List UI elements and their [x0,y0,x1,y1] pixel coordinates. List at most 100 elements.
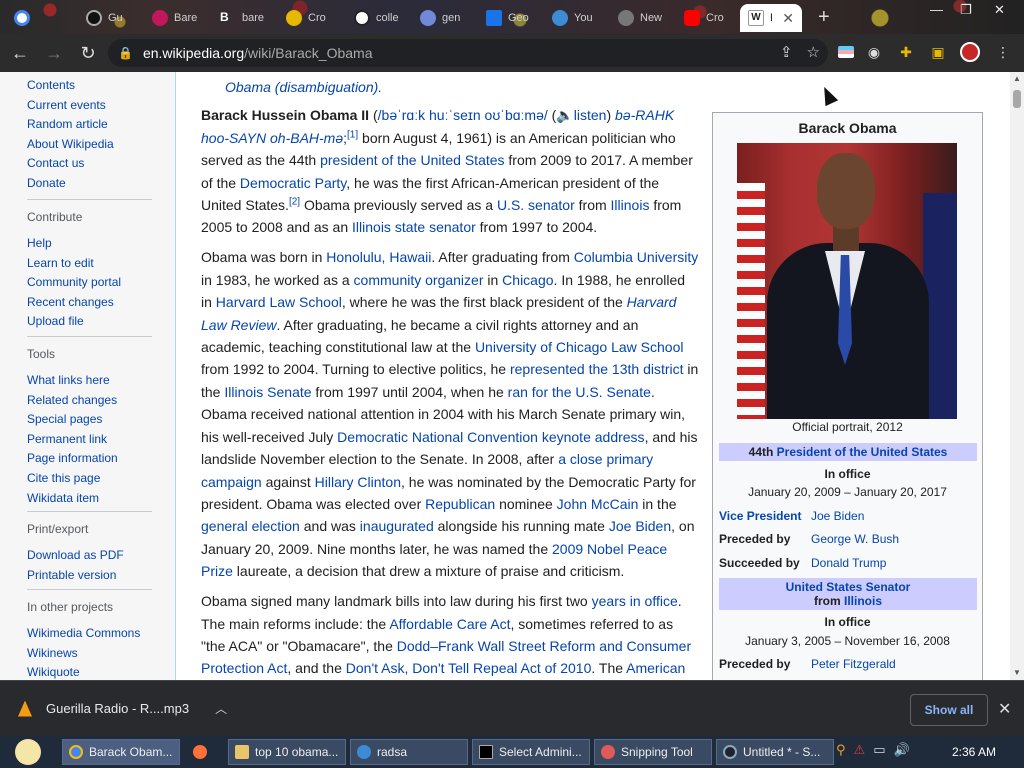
listen-link[interactable]: listen [574,107,607,123]
forward-button[interactable]: → [40,39,68,67]
reload-button[interactable]: ↻ [74,39,102,67]
link-inaugurated[interactable]: inaugurated [360,518,434,534]
link-community-organizer[interactable]: community organizer [354,272,484,288]
hatnote-link[interactable]: Obama (disambiguation). [225,76,699,98]
profile-avatar[interactable] [959,41,981,63]
sidepanel-icon[interactable]: ▣ [927,41,949,63]
start-button[interactable] [8,736,48,768]
task-firefox[interactable] [186,739,222,765]
close-window-button[interactable]: ✕ [994,2,1005,18]
succeeded-value-link[interactable]: Donald Trump [811,556,886,570]
task-cmd[interactable]: Select Admini... [472,739,590,765]
network-warning-icon[interactable]: ⚠ [854,742,866,758]
scrollbar-thumb[interactable] [1013,90,1021,108]
tab-google[interactable] [6,4,38,32]
link-hillary-clinton[interactable]: Hillary Clinton [315,474,401,490]
tab-item[interactable]: New [610,4,670,32]
sidebar-link-what-links-here[interactable]: What links here [27,371,152,391]
speaker-icon[interactable]: 🔈 [556,107,573,123]
task-snipping-tool[interactable]: Snipping Tool [594,739,712,765]
volume-icon[interactable]: 🔊 [893,742,909,758]
sidebar-link-page-information[interactable]: Page information [27,449,152,469]
link-us-senator[interactable]: U.S. senator [497,197,575,213]
link-illinois[interactable]: Illinois [611,197,650,213]
scroll-up-arrow-icon[interactable]: ▲ [1013,74,1021,83]
taskbar-clock[interactable]: 2:36 AM [952,745,996,759]
link-illinois-senate[interactable]: Illinois Senate [224,384,311,400]
link-uchicago-law[interactable]: University of Chicago Law School [475,339,684,355]
tab-item[interactable]: Gu [78,4,131,32]
tab-item[interactable]: gen [412,4,468,32]
tab-item[interactable]: Geo [478,4,537,32]
sidebar-link-commons[interactable]: Wikimedia Commons [27,624,152,644]
link-joe-biden[interactable]: Joe Biden [609,518,671,534]
sidebar-link-cite[interactable]: Cite this page [27,469,152,489]
sidebar-link-contents[interactable]: Contents [27,76,114,96]
tab-item[interactable]: You [544,4,601,32]
link-honolulu[interactable]: Honolulu, Hawaii [326,249,431,265]
link-dnc-keynote[interactable]: Democratic National Convention keynote a… [337,429,644,445]
ipa-link[interactable]: /bəˈrɑːk huːˈseɪn oʊˈbɑːmə/ [378,107,548,123]
reference-link[interactable]: [1] [347,129,358,140]
link-john-mccain[interactable]: John McCain [557,496,639,512]
preceded-value-link[interactable]: George W. Bush [811,532,899,546]
extension-icon[interactable] [835,41,857,63]
vp-label[interactable]: Vice President [719,509,811,523]
link-senate-run[interactable]: ran for the U.S. Senate [508,384,651,400]
puzzle-extensions-icon[interactable]: ✚ [895,41,917,63]
link-13th-district[interactable]: represented the 13th district [510,361,684,377]
tab-item[interactable]: colle [346,4,407,32]
tab-active[interactable]: WB ✕ [740,4,802,32]
link-democratic-party[interactable]: Democratic Party [240,175,346,191]
search-icon[interactable]: ⚲ [836,742,846,758]
sidebar-link-help[interactable]: Help [27,234,152,254]
link-us-senator-office[interactable]: United States Senator [786,580,911,594]
sidebar-link-community-portal[interactable]: Community portal [27,273,152,293]
download-item[interactable]: Guerilla Radio - R....mp3 ︿ [18,700,227,717]
sidebar-link-related-changes[interactable]: Related changes [27,391,152,411]
link-harvard-law-school[interactable]: Harvard Law School [216,294,342,310]
sidebar-link-wikidata[interactable]: Wikidata item [27,489,152,509]
sidebar-link-about[interactable]: About Wikipedia [27,135,114,155]
bookmark-star-icon[interactable]: ☆ [807,43,820,61]
link-republican[interactable]: Republican [425,496,495,512]
sidebar-link-current-events[interactable]: Current events [27,96,114,116]
task-untitled[interactable]: Untitled * - S... [716,739,834,765]
link-aca[interactable]: Affordable Care Act [389,616,510,632]
link-general-election[interactable]: general election [201,518,300,534]
sidebar-link-wikinews[interactable]: Wikinews [27,644,152,664]
link-illinois-state-senator[interactable]: Illinois state senator [352,219,476,235]
link-president[interactable]: president of the United States [320,152,504,168]
minimize-button[interactable]: — [930,2,943,17]
sidebar-link-random-article[interactable]: Random article [27,115,114,135]
sidebar-link-contact[interactable]: Contact us [27,154,114,174]
share-icon[interactable]: ⇪ [780,43,793,61]
chevron-up-icon[interactable]: ︿ [215,700,227,717]
link-years-in-office[interactable]: years in office [592,593,678,609]
link-dadt-repeal[interactable]: Don't Ask, Don't Tell Repeal Act of 2010 [346,660,592,676]
link-american[interactable]: American [626,660,685,676]
vp-value-link[interactable]: Joe Biden [811,509,864,523]
tab-item[interactable]: Bare [144,4,205,32]
link-illinois-state[interactable]: Illinois [844,594,882,608]
link-chicago[interactable]: Chicago [502,272,553,288]
close-tab-icon[interactable]: ✕ [782,10,794,27]
task-radsa[interactable]: radsa [350,739,468,765]
sidebar-link-upload-file[interactable]: Upload file [27,312,152,332]
scroll-down-arrow-icon[interactable]: ▼ [1013,668,1021,677]
show-all-button[interactable]: Show all [910,694,988,726]
address-bar[interactable]: 🔒 en.wikipedia.org/wiki/Barack_Obama ⇪ ☆ [108,39,828,67]
sidebar-link-download-pdf[interactable]: Download as PDF [27,546,152,566]
reference-link[interactable]: [2] [289,196,300,207]
link-columbia[interactable]: Columbia University [574,249,698,265]
menu-kebab-icon[interactable]: ⋮ [992,41,1014,63]
task-chrome[interactable]: Barack Obam... [62,739,180,765]
sidebar-link-learn-to-edit[interactable]: Learn to edit [27,254,152,274]
page-scrollbar[interactable]: ▲ ▼ [1010,72,1024,680]
back-button[interactable]: ← [6,39,34,67]
link-president-office[interactable]: President of the United States [777,445,948,459]
tab-item[interactable]: Cro [676,4,732,32]
portrait-image[interactable] [737,143,957,419]
sidebar-link-permanent-link[interactable]: Permanent link [27,430,152,450]
extension-icon[interactable]: ◉ [863,41,885,63]
